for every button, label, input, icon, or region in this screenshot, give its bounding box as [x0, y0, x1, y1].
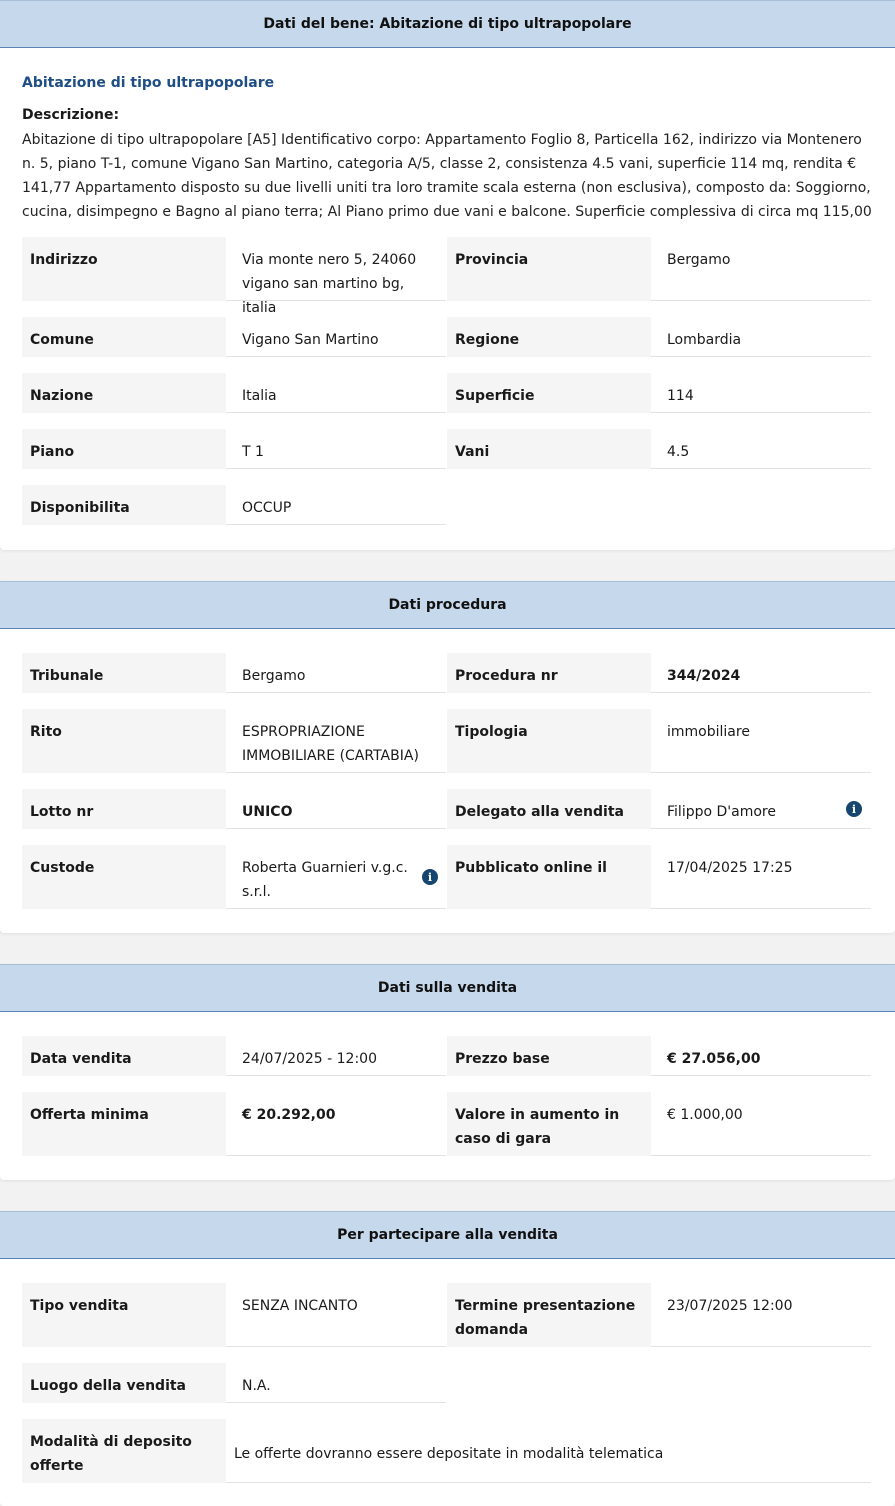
partecipare-card: Per partecipare alla vendita Tipo vendit… — [0, 1211, 895, 1506]
value-pubblicato: 17/04/2025 17:25 — [651, 845, 871, 909]
value-vani: 4.5 — [651, 429, 871, 469]
value-piano: T 1 — [226, 429, 446, 469]
bene-card: Dati del bene: Abitazione di tipo ultrap… — [0, 0, 895, 550]
procedura-card: Dati procedura Tribunale Bergamo Procedu… — [0, 581, 895, 933]
row-custode: Custode Roberta Guarnieri v.g.c. s.r.l. … — [22, 845, 871, 909]
bene-subtitle: Abitazione di tipo ultrapopolare — [22, 75, 275, 91]
partecipare-header: Per partecipare alla vendita — [0, 1211, 895, 1259]
row-data-vendita: Data vendita 24/07/2025 - 12:00 Prezzo b… — [22, 1036, 871, 1076]
label-tipo-vendita: Tipo vendita — [22, 1283, 226, 1347]
label-comune: Comune — [22, 317, 226, 357]
label-piano: Piano — [22, 429, 226, 469]
bene-header: Dati del bene: Abitazione di tipo ultrap… — [0, 0, 895, 48]
row-tipo-vendita: Tipo vendita SENZA INCANTO Termine prese… — [22, 1283, 871, 1347]
row-disponibilita: Disponibilita OCCUP — [22, 485, 871, 525]
value-provincia: Bergamo — [651, 237, 871, 301]
label-disponibilita: Disponibilita — [22, 485, 226, 525]
value-delegato: Filippo D'amore — [651, 789, 871, 829]
label-provincia: Provincia — [447, 237, 651, 301]
label-rito: Rito — [22, 709, 226, 773]
row-indirizzo: Indirizzo Via monte nero 5, 24060 vigano… — [22, 237, 871, 316]
row-offerta-minima: Offerta minima € 20.292,00 Valore in aum… — [22, 1092, 871, 1156]
row-modalita: Modalità di deposito offerte Le offerte … — [22, 1419, 871, 1483]
value-custode: Roberta Guarnieri v.g.c. s.r.l. — [226, 845, 446, 909]
label-superficie: Superficie — [447, 373, 651, 413]
value-valore-aumento: € 1.000,00 — [651, 1092, 871, 1156]
value-nazione: Italia — [226, 373, 446, 413]
label-procedura-nr: Procedura nr — [447, 653, 651, 693]
label-lotto-nr: Lotto nr — [22, 789, 226, 829]
label-termine: Termine presentazione domanda — [447, 1283, 651, 1347]
row-nazione: Nazione Italia Superficie 114 — [22, 373, 871, 413]
label-nazione: Nazione — [22, 373, 226, 413]
value-tribunale: Bergamo — [226, 653, 446, 693]
value-regione: Lombardia — [651, 317, 871, 357]
description-label: Descrizione: — [22, 107, 120, 123]
row-rito: Rito ESPROPRIAZIONE IMMOBILIARE (CARTABI… — [22, 709, 871, 773]
value-rito: ESPROPRIAZIONE IMMOBILIARE (CARTABIA) — [226, 709, 446, 773]
value-tipologia: immobiliare — [651, 709, 871, 773]
value-modalita: Le offerte dovranno essere depositate in… — [226, 1419, 871, 1483]
label-offerta-minima: Offerta minima — [22, 1092, 226, 1156]
value-superficie: 114 — [651, 373, 871, 413]
label-delegato: Delegato alla vendita — [447, 789, 651, 829]
label-vani: Vani — [447, 429, 651, 469]
value-procedura-nr: 344/2024 — [651, 653, 871, 693]
label-valore-aumento: Valore in aumento in caso di gara — [447, 1092, 651, 1156]
label-modalita: Modalità di deposito offerte — [22, 1419, 226, 1483]
value-prezzo-base: € 27.056,00 — [651, 1036, 871, 1076]
vendita-card: Dati sulla vendita Data vendita 24/07/20… — [0, 964, 895, 1180]
label-regione: Regione — [447, 317, 651, 357]
value-disponibilita: OCCUP — [226, 485, 446, 525]
value-tipo-vendita: SENZA INCANTO — [226, 1283, 446, 1347]
value-data-vendita: 24/07/2025 - 12:00 — [226, 1036, 446, 1076]
label-luogo: Luogo della vendita — [22, 1363, 226, 1403]
label-pubblicato: Pubblicato online il — [447, 845, 651, 909]
row-lotto: Lotto nr UNICO Delegato alla vendita Fil… — [22, 789, 871, 829]
label-data-vendita: Data vendita — [22, 1036, 226, 1076]
label-tribunale: Tribunale — [22, 653, 226, 693]
value-termine: 23/07/2025 12:00 — [651, 1283, 871, 1347]
value-luogo: N.A. — [226, 1363, 446, 1403]
label-custode: Custode — [22, 845, 226, 909]
label-tipologia: Tipologia — [447, 709, 651, 773]
delegato-info-icon[interactable]: i — [846, 801, 862, 817]
row-comune: Comune Vigano San Martino Regione Lombar… — [22, 317, 871, 357]
row-luogo: Luogo della vendita N.A. — [22, 1363, 871, 1403]
row-piano: Piano T 1 Vani 4.5 — [22, 429, 871, 469]
label-indirizzo: Indirizzo — [22, 237, 226, 301]
vendita-header: Dati sulla vendita — [0, 964, 895, 1012]
row-tribunale: Tribunale Bergamo Procedura nr 344/2024 — [22, 653, 871, 693]
description-text: Abitazione di tipo ultrapopolare [A5] Id… — [22, 132, 872, 220]
procedura-header: Dati procedura — [0, 581, 895, 629]
value-comune: Vigano San Martino — [226, 317, 446, 357]
value-indirizzo: Via monte nero 5, 24060 vigano san marti… — [226, 237, 446, 316]
value-lotto-nr: UNICO — [226, 789, 446, 829]
custode-info-icon[interactable]: i — [422, 869, 438, 885]
label-prezzo-base: Prezzo base — [447, 1036, 651, 1076]
value-offerta-minima: € 20.292,00 — [226, 1092, 446, 1156]
